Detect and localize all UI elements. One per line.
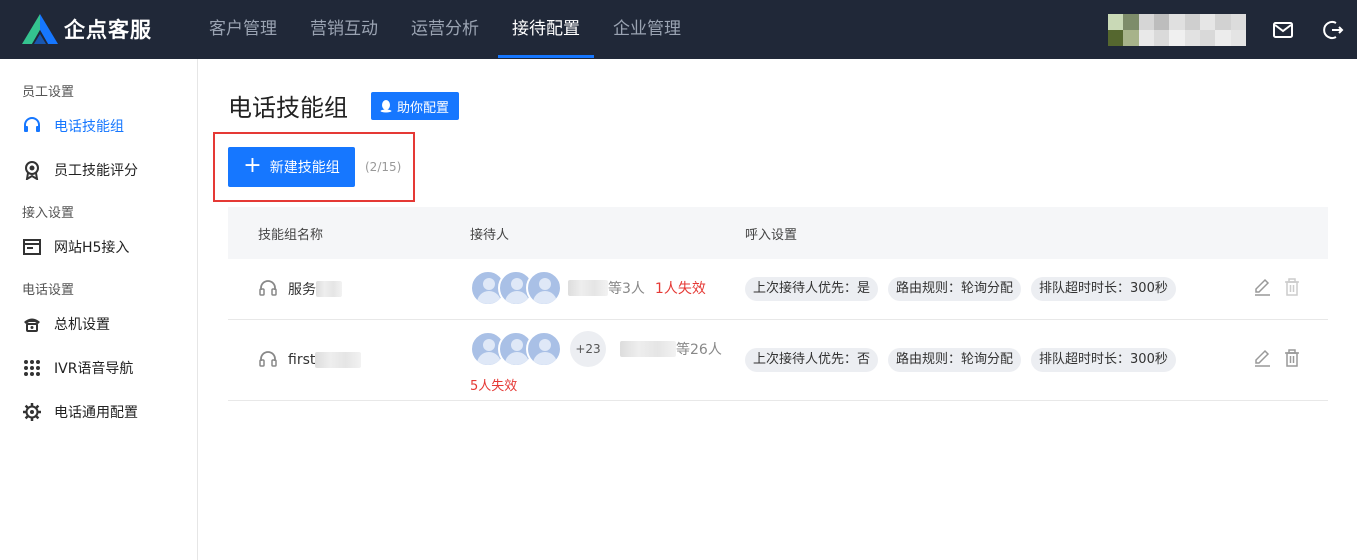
more-receivers-badge[interactable]: +23	[570, 331, 606, 367]
edit-icon[interactable]	[1252, 277, 1272, 297]
sidebar-item-phone-skill-group[interactable]: 电话技能组	[0, 104, 197, 148]
qq-penguin-icon	[380, 100, 392, 113]
blurred-name	[315, 352, 362, 368]
skill-group-name: 服务	[288, 282, 316, 298]
sidebar-group-phone-settings: 电话设置	[22, 283, 75, 298]
sidebar-item-ivr-navigation[interactable]: IVR语音导航	[0, 346, 197, 390]
sidebar-group-staff-settings: 员工设置	[22, 85, 75, 100]
app-logo[interactable]: 企点客服	[20, 12, 152, 46]
skill-group-count: (2/15)	[365, 160, 402, 174]
skill-group-name: first	[288, 352, 316, 368]
nav-reception-config[interactable]: 接待配置	[498, 0, 594, 59]
blurred-receiver-names	[568, 280, 608, 296]
sidebar-item-label: IVR语音导航	[54, 361, 134, 377]
blurred-receiver-names	[620, 341, 676, 357]
skill-group-name-cell: 服务	[258, 279, 342, 299]
sidebar-item-staff-skill-score[interactable]: 员工技能评分	[0, 148, 197, 192]
dialpad-icon	[22, 358, 42, 378]
header-inbound-settings: 呼入设置	[745, 227, 798, 243]
table-row[interactable]: first +23 等26人 5人失效 上次接待人优先：否 路由规则：轮询分配 …	[228, 320, 1328, 401]
receiver-count: 等26人	[676, 342, 722, 358]
inbound-settings-cell: 上次接待人优先：否 路由规则：轮询分配 排队超时时长：300秒	[745, 348, 1186, 372]
setting-tag-routing-rule: 路由规则：轮询分配	[888, 277, 1022, 301]
receiver-avatar	[526, 331, 562, 367]
telephone-icon	[22, 314, 42, 334]
sidebar-item-switchboard-settings[interactable]: 总机设置	[0, 302, 197, 346]
sidebar-item-phone-general-config[interactable]: 电话通用配置	[0, 390, 197, 434]
nav-marketing-interaction[interactable]: 营销互动	[296, 0, 392, 59]
sidebar-item-label: 总机设置	[54, 317, 110, 333]
row-actions	[1252, 348, 1312, 368]
nav-customer-management[interactable]: 客户管理	[195, 0, 291, 59]
headset-icon	[259, 280, 277, 296]
new-button-label: 新建技能组	[269, 160, 340, 176]
logout-icon[interactable]	[1322, 19, 1344, 41]
sidebar: 员工设置 电话技能组 员工技能评分 接入设置 网站H5接入 电话设置 总机设置 …	[0, 59, 198, 560]
delete-icon[interactable]	[1282, 348, 1302, 368]
mail-icon[interactable]	[1272, 19, 1294, 41]
blurred-name	[316, 281, 342, 297]
sidebar-item-label: 员工技能评分	[54, 163, 138, 179]
headset-icon	[259, 351, 277, 367]
award-icon	[22, 160, 42, 180]
help-config-button[interactable]: 助你配置	[371, 92, 460, 120]
header-skill-group-name: 技能组名称	[258, 227, 324, 243]
receiver-count: 等3人	[608, 281, 645, 297]
invalid-count: 1人失效	[654, 281, 706, 297]
nav-operation-analysis[interactable]: 运营分析	[397, 0, 493, 59]
top-navigation-bar: 企点客服 客户管理 营销互动 运营分析 接待配置 企业管理	[0, 0, 1357, 59]
table-header: 技能组名称 接待人 呼入设置	[228, 207, 1328, 259]
receivers-cell: 等3人 1人失效	[470, 270, 706, 306]
invalid-count: 5人失效	[470, 379, 518, 394]
skill-group-name-cell: first	[258, 350, 362, 370]
main-content: 电话技能组 助你配置 + 新建技能组 (2/15) 技能组名称 接待人 呼入设置…	[199, 59, 1357, 560]
new-skill-group-button[interactable]: + 新建技能组	[228, 147, 355, 187]
setting-tag-queue-timeout: 排队超时时长：300秒	[1031, 277, 1176, 301]
main-nav: 客户管理 营销互动 运营分析 接待配置 企业管理	[195, 0, 700, 59]
sidebar-item-label: 电话通用配置	[54, 405, 138, 421]
skill-group-table: 技能组名称 接待人 呼入设置 服务 等3人 1人失效 上次接待人优先：是 路由规…	[228, 207, 1328, 401]
header-receivers: 接待人	[470, 227, 510, 243]
setting-tag-queue-timeout: 排队超时时长：300秒	[1031, 348, 1176, 372]
setting-tag-last-receiver-priority: 上次接待人优先：否	[745, 348, 879, 372]
receiver-avatar	[526, 270, 562, 306]
sidebar-item-label: 网站H5接入	[54, 240, 130, 256]
sidebar-group-access-settings: 接入设置	[22, 206, 75, 221]
user-account-blurred[interactable]	[1108, 14, 1246, 46]
page-title: 电话技能组	[228, 94, 348, 122]
setting-tag-last-receiver-priority: 上次接待人优先：是	[745, 277, 879, 301]
plus-icon: +	[243, 153, 262, 178]
setting-tag-routing-rule: 路由规则：轮询分配	[888, 348, 1022, 372]
receivers-cell: +23 等26人 5人失效	[470, 331, 722, 394]
sidebar-item-label: 电话技能组	[54, 119, 124, 135]
table-row[interactable]: 服务 等3人 1人失效 上次接待人优先：是 路由规则：轮询分配 排队超时时长：3…	[228, 259, 1328, 320]
sidebar-item-website-h5-access[interactable]: 网站H5接入	[0, 225, 197, 269]
app-name: 企点客服	[64, 18, 152, 42]
edit-icon[interactable]	[1252, 348, 1272, 368]
row-actions	[1252, 277, 1312, 297]
logo-icon	[22, 14, 58, 44]
settings-gear-icon	[22, 402, 42, 422]
web-window-icon	[22, 237, 42, 257]
nav-enterprise-management[interactable]: 企业管理	[599, 0, 695, 59]
inbound-settings-cell: 上次接待人优先：是 路由规则：轮询分配 排队超时时长：300秒	[745, 277, 1186, 301]
delete-icon[interactable]	[1282, 277, 1302, 297]
headset-icon	[22, 116, 42, 136]
help-button-label: 助你配置	[397, 100, 450, 116]
